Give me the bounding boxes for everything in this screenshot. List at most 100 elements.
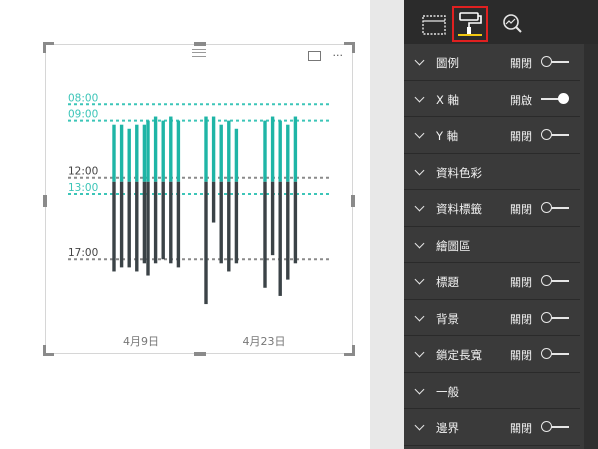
afternoon-range-bar[interactable] — [135, 181, 139, 272]
format-card-row[interactable]: Y 軸 關閉 — [404, 117, 580, 154]
resize-corner-bl[interactable] — [43, 345, 54, 356]
format-card-label: 鎖定長寬 — [436, 348, 482, 362]
format-card-label: 資料標籤 — [436, 202, 482, 216]
afternoon-range-bar[interactable] — [263, 181, 267, 288]
chevron-down-icon[interactable] — [414, 165, 425, 175]
pane-scrollbar[interactable] — [584, 44, 598, 449]
format-card-row[interactable]: 繪圖區 — [404, 227, 580, 263]
chevron-down-icon[interactable] — [414, 55, 425, 66]
toggle-switch[interactable] — [541, 348, 571, 360]
format-card-list: 圖例 關閉 X 軸開啟 Y 軸關閉 資料色彩 資料標籤 關閉 繪圖區 標題 關閉 背景 關閉 鎖定長寬關… — [404, 44, 580, 446]
morning-range-bar[interactable] — [204, 116, 208, 182]
toggle-state-label: 關閉 — [510, 57, 532, 70]
resize-corner-tr[interactable] — [344, 42, 355, 53]
afternoon-range-bar[interactable] — [112, 181, 116, 272]
morning-range-bar[interactable] — [219, 124, 223, 182]
chevron-down-icon[interactable] — [414, 384, 425, 394]
format-card-label: 背景 — [436, 311, 459, 326]
format-card-row[interactable]: 資料色彩 — [404, 154, 580, 190]
toggle-state-label: 開啟 — [510, 93, 532, 107]
format-card-row[interactable]: 標題 關閉 — [404, 263, 580, 300]
chart-visual[interactable]: ··· 08:00 09:00 12:00 13:00 17:00 4月9日 4月23日 — [43, 42, 355, 356]
afternoon-range-bar[interactable] — [142, 181, 147, 264]
chevron-down-icon[interactable] — [414, 274, 425, 285]
chevron-down-icon[interactable] — [414, 128, 425, 139]
afternoon-range-bar[interactable] — [176, 181, 181, 268]
format-card-label: X 軸 — [436, 92, 460, 107]
resize-corner-tl[interactable] — [43, 42, 54, 53]
toggle-state-label: 關閉 — [510, 276, 532, 289]
chevron-down-icon[interactable] — [414, 420, 425, 431]
morning-range-bar[interactable] — [135, 124, 139, 182]
format-card-label: 圖例 — [436, 56, 459, 70]
morning-range-bar[interactable] — [153, 116, 158, 182]
toggle-switch[interactable] — [541, 202, 571, 214]
toggle-switch[interactable] — [541, 421, 571, 433]
format-card-row[interactable]: 資料標籤 關閉 — [404, 190, 580, 227]
morning-range-bar[interactable] — [142, 124, 147, 182]
afternoon-range-bar[interactable] — [286, 181, 290, 280]
morning-range-bar[interactable] — [119, 124, 124, 182]
format-tab[interactable] — [452, 6, 488, 42]
toggle-switch[interactable] — [541, 275, 571, 287]
analytics-tab[interactable] — [496, 6, 532, 42]
afternoon-range-bar[interactable] — [227, 181, 231, 272]
afternoon-range-bar[interactable] — [169, 181, 173, 264]
morning-range-bar[interactable] — [211, 116, 216, 182]
afternoon-range-bar[interactable] — [161, 181, 165, 260]
format-card-row[interactable]: 邊界 關閉 — [404, 409, 580, 446]
morning-range-bar[interactable] — [161, 120, 165, 182]
format-card-row[interactable]: X 軸 開啟 — [404, 81, 580, 117]
chevron-down-icon[interactable] — [414, 311, 425, 321]
afternoon-range-bar[interactable] — [119, 181, 124, 268]
afternoon-range-bar[interactable] — [127, 181, 131, 268]
fields-tab[interactable] — [416, 6, 452, 42]
morning-range-bar[interactable] — [227, 120, 231, 182]
toggle-state-label: 關閉 — [510, 422, 532, 435]
afternoon-range-bar[interactable] — [270, 181, 275, 256]
toggle-switch[interactable] — [541, 311, 571, 324]
morning-range-bar[interactable] — [146, 120, 150, 182]
morning-range-bar[interactable] — [270, 116, 275, 182]
morning-range-bar[interactable] — [112, 124, 116, 182]
afternoon-range-bar[interactable] — [146, 181, 150, 276]
morning-range-bar[interactable] — [234, 128, 239, 182]
afternoon-range-bar[interactable] — [219, 181, 223, 264]
toggle-state-label: 關閉 — [510, 312, 532, 326]
chevron-down-icon[interactable] — [414, 201, 425, 212]
afternoon-range-bar[interactable] — [204, 181, 208, 305]
chevron-down-icon[interactable] — [414, 238, 425, 248]
resize-corner-br[interactable] — [344, 345, 355, 356]
format-card-row[interactable]: 鎖定長寬 關閉 — [404, 336, 580, 373]
format-card-row[interactable]: 一般 — [404, 373, 580, 409]
afternoon-range-bar[interactable] — [153, 181, 158, 264]
morning-range-bar[interactable] — [278, 120, 282, 182]
toggle-switch[interactable] — [541, 92, 571, 105]
morning-range-bar[interactable] — [169, 116, 173, 182]
format-pane: 圖例 關閉 X 軸開啟 Y 軸關閉 資料色彩 資料標籤 關閉 繪圖區 標題 關閉 背景 關閉 鎖定長寬關… — [404, 0, 598, 449]
chart-plot: 08:00 09:00 12:00 13:00 17:00 4月9日 4月23日 — [68, 92, 330, 348]
chevron-down-icon[interactable] — [414, 347, 425, 358]
afternoon-range-bar[interactable] — [211, 181, 216, 223]
chevron-down-icon[interactable] — [414, 92, 425, 102]
morning-range-bar[interactable] — [263, 120, 267, 182]
toggle-state-label: 關閉 — [510, 130, 532, 143]
toggle-switch[interactable] — [541, 56, 571, 68]
fields-icon — [422, 15, 446, 35]
morning-range-bar[interactable] — [176, 120, 181, 182]
afternoon-range-bar[interactable] — [278, 181, 282, 296]
afternoon-range-bar[interactable] — [293, 181, 298, 264]
format-card-row[interactable]: 背景 關閉 — [404, 300, 580, 336]
x-axis-tick-label: 4月23日 — [243, 335, 286, 348]
format-card-row[interactable]: 圖例 關閉 — [404, 44, 580, 81]
reference-line-label: 17:00 — [68, 247, 98, 259]
resize-handle-right[interactable] — [351, 195, 355, 207]
resize-handle-top[interactable] — [194, 42, 206, 46]
morning-range-bar[interactable] — [293, 116, 298, 182]
toggle-switch[interactable] — [541, 129, 571, 141]
morning-range-bar[interactable] — [286, 124, 290, 182]
resize-handle-bottom[interactable] — [194, 352, 206, 356]
afternoon-range-bar[interactable] — [234, 181, 239, 264]
morning-range-bar[interactable] — [127, 128, 131, 182]
resize-handle-left[interactable] — [43, 195, 47, 207]
